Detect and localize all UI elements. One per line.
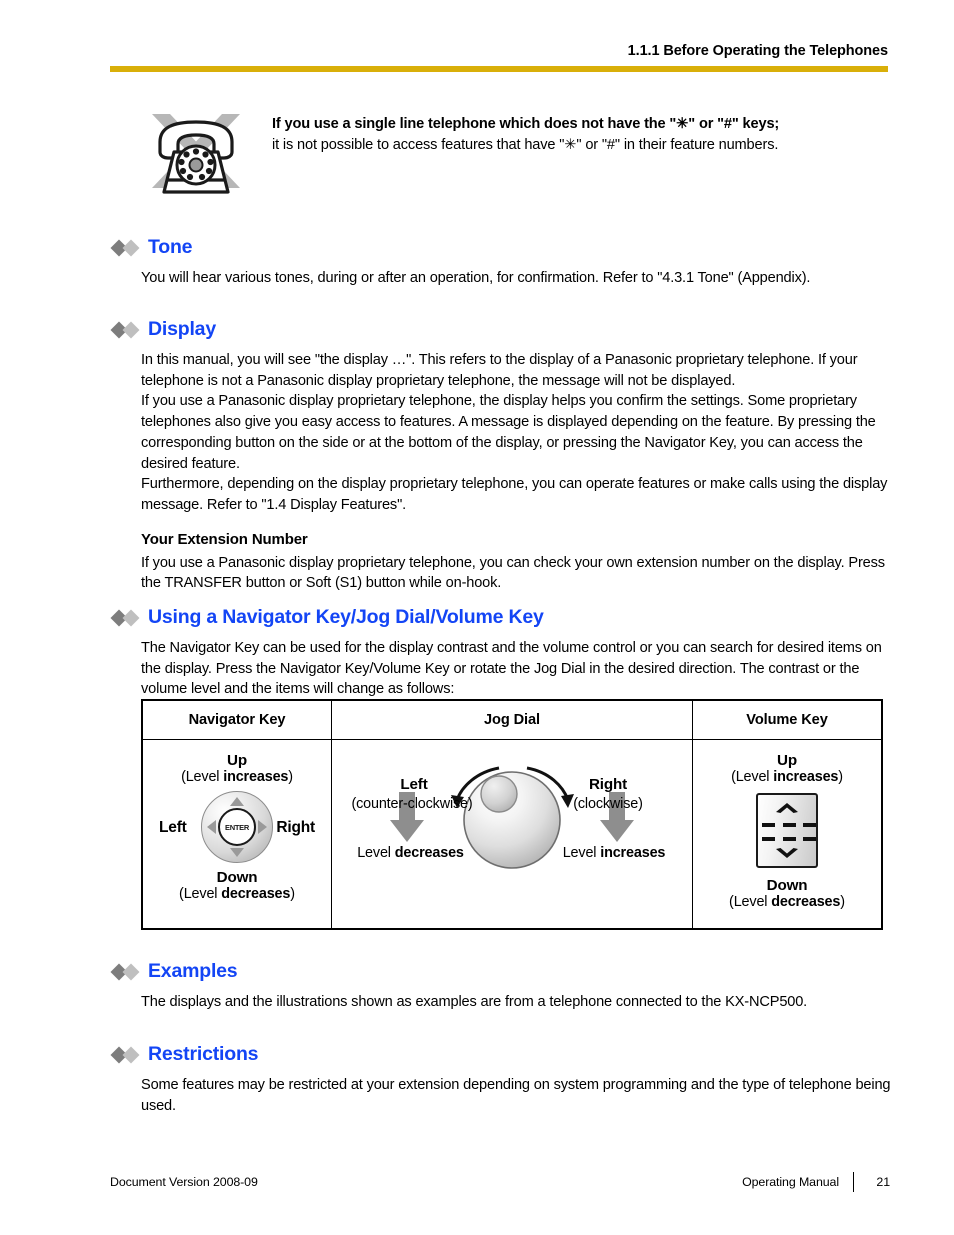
paragraph: You will hear various tones, during or a… [141,270,811,286]
arrow-right-icon [258,820,267,834]
note-line-1: If you use a single line telephone which… [272,116,780,132]
paragraph: If you use a Panasonic display proprieta… [141,393,876,472]
volume-dash-row [762,837,816,841]
volume-up-label: Up [777,752,797,769]
section-title: Display [148,318,216,341]
section-restrictions: Restrictions Some features may be restri… [110,1042,900,1116]
section-heading: Using a Navigator Key/Jog Dial/Volume Ke… [110,605,900,631]
footer-document-version: Document Version 2008-09 [110,1175,258,1189]
navigator-right-label: Right [276,819,315,836]
volume-down-sublabel: (Level decreases) [729,894,845,910]
jog-right-sublabel: (clockwise) [573,796,643,812]
volume-down-label: Down [766,877,808,894]
volume-dash-row [762,823,816,827]
navigator-down-sublabel: (Level decreases) [179,886,295,902]
section-body: The displays and the illustrations shown… [141,992,893,1013]
chevron-up-icon [776,803,798,813]
rotary-telephone-crossed-out-icon [140,108,252,200]
section-navigator-key: Using a Navigator Key/Jog Dial/Volume Ke… [110,605,900,700]
chevron-down-icon [776,848,798,858]
diamond-bullet-icon [110,238,144,258]
page-header: 1.1.1 Before Operating the Telephones [110,43,888,72]
jog-left-result: Level decreases [357,845,464,861]
section-body: You will hear various tones, during or a… [141,268,893,289]
arrow-up-icon [230,797,244,806]
subsection-title: Your Extension Number [141,530,308,548]
diamond-bullet-icon [110,320,144,340]
navigator-up-label: Up [227,752,247,769]
footer-separator [853,1172,854,1192]
jog-dial-graphic [390,766,634,869]
paragraph: In this manual, you will see "the displa… [141,352,858,389]
table-row: Up (Level increases) Left Right ENTER Do… [143,740,881,928]
page-header-title: 1.1.1 Before Operating the Telephones [627,43,888,59]
navigator-key-graphic: Left Right ENTER [143,791,331,865]
table-header-row: Navigator Key Jog Dial Volume Key [143,701,881,740]
page-footer: Document Version 2008-09 Operating Manua… [110,1172,890,1192]
header-rule [110,65,888,72]
section-title: Using a Navigator Key/Jog Dial/Volume Ke… [148,606,544,629]
footer-right: Operating Manual 21 [742,1172,890,1192]
paragraph: The displays and the illustrations shown… [141,994,808,1010]
section-body: Some features may be restricted at your … [141,1075,893,1116]
table-header-volume-key: Volume Key [746,712,828,728]
navigator-down-label: Down [216,869,258,886]
arrow-left-icon [207,820,216,834]
paragraph: Furthermore, depending on the display pr… [141,476,888,514]
diamond-bullet-icon [110,962,144,982]
footer-manual-name: Operating Manual [742,1175,839,1189]
jog-left-label: Left [400,776,428,793]
section-heading: Display [110,317,900,343]
footer-page-number: 21 [876,1175,890,1189]
paragraph: Some features may be restricted at your … [141,1077,891,1114]
section-tone: Tone You will hear various tones, during… [110,235,900,289]
diamond-bullet-icon [110,608,144,628]
section-title: Tone [148,236,193,259]
navigator-jog-volume-table: Navigator Key Jog Dial Volume Key Up (Le… [141,699,883,930]
paragraph: If you use a Panasonic display proprieta… [141,554,885,592]
section-title: Restrictions [148,1043,259,1066]
navigator-key-dial[interactable]: ENTER [201,791,273,863]
note-text: If you use a single line telephone which… [252,108,779,155]
table-cell-volume-key: Up (Level increases) Down (Level decreas… [693,740,881,928]
section-display: Display In this manual, you will see "th… [110,317,900,594]
navigator-left-label: Left [159,819,187,836]
diamond-bullet-icon [110,1045,144,1065]
table-header-jog-dial: Jog Dial [331,701,693,739]
paragraph: The Navigator Key can be used for the di… [141,640,882,698]
navigator-up-sublabel: (Level increases) [181,769,293,785]
section-heading: Restrictions [110,1042,900,1068]
jog-left-sublabel: (counter-clockwise) [351,796,473,812]
section-heading: Tone [110,235,900,261]
arrow-down-icon [230,848,244,857]
document-page: 1.1.1 Before Operating the Telephones If… [0,0,954,1235]
table-cell-navigator-key: Up (Level increases) Left Right ENTER Do… [143,740,331,928]
jog-right-label: Right [588,776,628,793]
navigator-enter-button[interactable]: ENTER [218,808,256,846]
subsection-body: If you use a Panasonic display proprieta… [141,553,893,594]
section-body: The Navigator Key can be used for the di… [141,638,893,700]
section-examples: Examples The displays and the illustrati… [110,959,900,1013]
section-body: In this manual, you will see "the displa… [141,350,893,516]
volume-key-button[interactable] [756,793,818,868]
section-heading: Examples [110,959,900,985]
section-title: Examples [148,960,238,983]
volume-up-sublabel: (Level increases) [731,769,843,785]
jog-right-result: Level increases [562,845,666,861]
table-cell-jog-dial: Left (counter-clockwise) Level decreases… [331,740,693,928]
note-callout: If you use a single line telephone which… [140,108,900,200]
note-line-2: it is not possible to access features th… [272,136,779,153]
table-header-navigator-key: Navigator Key [188,712,286,728]
